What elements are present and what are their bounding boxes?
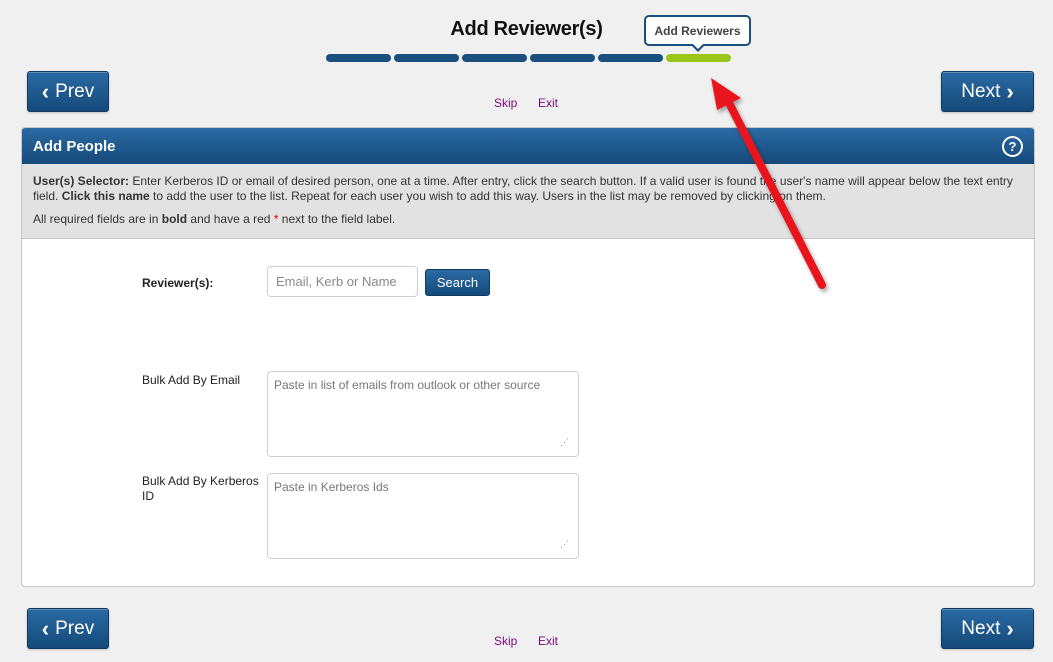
next-button[interactable]: Next › <box>941 71 1034 112</box>
search-button[interactable]: Search <box>425 269 490 296</box>
progress-step-current <box>666 54 731 62</box>
resize-grip-icon[interactable]: ⋰ <box>560 438 570 450</box>
resize-grip-icon[interactable]: ⋰ <box>560 540 570 552</box>
panel-header: Add People ? <box>22 128 1034 164</box>
bulk-email-field[interactable] <box>267 371 579 457</box>
instructions-text: to add the user to the list. Repeat for … <box>149 189 826 203</box>
prev-button-label: Prev <box>55 617 95 639</box>
progress-step <box>462 54 527 62</box>
reviewers-input[interactable] <box>267 266 418 297</box>
skip-link[interactable]: Skip <box>494 634 517 648</box>
selector-label: User(s) Selector: <box>33 174 130 188</box>
progress-step <box>530 54 595 62</box>
reviewers-label: Reviewer(s): <box>142 276 214 290</box>
required-text: All required fields are in <box>33 212 162 226</box>
current-step-tooltip: Add Reviewers <box>644 15 751 52</box>
selector-instructions: User(s) Selector: Enter Kerberos ID or e… <box>33 174 1023 204</box>
help-icon[interactable]: ? <box>1002 136 1023 157</box>
add-people-panel: Add People ? User(s) Selector: Enter Ker… <box>21 127 1035 587</box>
prev-button[interactable]: ‹ Prev <box>27 608 109 649</box>
exit-link[interactable]: Exit <box>538 96 558 110</box>
page-title: Add Reviewer(s) <box>450 18 603 40</box>
chevron-right-icon: › <box>1006 78 1014 104</box>
chevron-left-icon: ‹ <box>41 615 50 641</box>
skip-link[interactable]: Skip <box>494 96 517 110</box>
next-button-label: Next <box>961 80 1001 102</box>
chevron-right-icon: › <box>1006 615 1014 641</box>
progress-step <box>326 54 391 62</box>
exit-link[interactable]: Exit <box>538 634 558 648</box>
progress-bar <box>326 54 731 62</box>
next-button-label: Next <box>961 617 1001 639</box>
bulk-email-label: Bulk Add By Email <box>142 373 241 387</box>
prev-button[interactable]: ‹ Prev <box>27 71 109 112</box>
instructions: User(s) Selector: Enter Kerberos ID or e… <box>22 164 1034 239</box>
required-note: All required fields are in bold and have… <box>33 212 1023 227</box>
instructions-bold: Click this name <box>61 189 150 203</box>
required-text: next to the field label. <box>278 212 396 226</box>
chevron-left-icon: ‹ <box>41 78 50 104</box>
progress-step <box>394 54 459 62</box>
required-bold: bold <box>161 212 188 226</box>
prev-button-label: Prev <box>55 80 95 102</box>
next-button[interactable]: Next › <box>941 608 1034 649</box>
panel-title: Add People <box>33 137 116 155</box>
progress-step <box>598 54 663 62</box>
bulk-kerb-field[interactable] <box>267 473 579 559</box>
required-text: and have a red <box>187 212 274 226</box>
bulk-kerb-label: Bulk Add By Kerberos ID <box>142 474 259 503</box>
